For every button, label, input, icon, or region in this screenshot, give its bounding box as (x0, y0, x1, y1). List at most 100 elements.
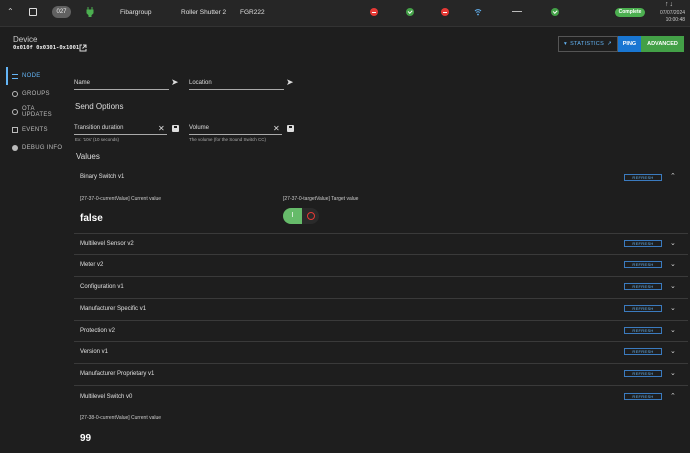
statistics-button[interactable]: ▾ STATISTICS ↗ (558, 36, 618, 52)
row-checkbox[interactable] (29, 8, 37, 16)
sidebar-item-debug-info[interactable]: DEBUG INFO (6, 139, 66, 157)
device-action-buttons: ▾ STATISTICS ↗ PING ADVANCED (558, 36, 684, 52)
refresh-button[interactable]: REFRESH (624, 393, 662, 400)
accordion-manufacturer-proprietary: Manufacturer Proprietary v1 REFRESH ⌄ (74, 364, 688, 386)
binary-current-value: false (80, 213, 103, 224)
refresh-button[interactable]: REFRESH (624, 174, 662, 181)
transition-hint: Ex: '10s' (10 seconds) (75, 137, 119, 142)
chevron-up-icon[interactable]: ⌃ (670, 392, 676, 400)
sort-arrows-icon[interactable]: ↑↓ (665, 1, 674, 8)
accordion-multilevel-switch: Multilevel Switch v0 REFRESH ⌃ (74, 386, 688, 453)
send-options-title: Send Options (75, 102, 124, 111)
wifi-signal-icon (474, 9, 482, 16)
accordion-title[interactable]: Binary Switch v1 (80, 174, 124, 180)
device-heading: Device (13, 35, 38, 44)
save-icon[interactable] (172, 125, 179, 132)
statistics-dropdown-icon: ▾ (564, 41, 568, 47)
refresh-button[interactable]: REFRESH (624, 370, 662, 377)
chevron-down-icon[interactable]: ⌄ (670, 326, 676, 334)
statistics-label: STATISTICS (570, 41, 605, 47)
product-cell: Roller Shutter 2 (181, 9, 227, 16)
accordion-title[interactable]: Configuration v1 (80, 284, 124, 290)
trending-up-icon: ↗ (607, 41, 612, 47)
refresh-button[interactable]: REFRESH (624, 283, 662, 290)
accordion-title[interactable]: Meter v2 (80, 262, 103, 268)
accordion-title[interactable]: Multilevel Sensor v2 (80, 241, 134, 247)
events-icon (12, 127, 18, 133)
accordion-meter: Meter v2 REFRESH ⌄ (74, 255, 688, 277)
status-no-icon (370, 8, 378, 16)
binary-target-label: [27-37-0-targetValue] Target value (283, 196, 359, 202)
sidebar-item-groups[interactable]: GROUPS (6, 85, 66, 103)
chevron-down-icon[interactable]: ⌄ (670, 239, 676, 247)
accordion-title[interactable]: Version v1 (80, 349, 108, 355)
refresh-button[interactable]: REFRESH (624, 305, 662, 312)
chevron-down-icon[interactable]: ⌄ (670, 304, 676, 312)
accordion-version: Version v1 REFRESH ⌄ (74, 342, 688, 364)
accordion-configuration: Configuration v1 REFRESH ⌄ (74, 277, 688, 299)
chevron-up-icon[interactable]: ⌃ (670, 172, 676, 180)
node-id-chip: 027 (52, 6, 71, 18)
sidebar-item-label: GROUPS (22, 91, 50, 97)
groups-icon (12, 91, 18, 97)
node-row[interactable]: ⌃ 027 Fibargroup Roller Shutter 2 FGR222… (0, 0, 690, 27)
chevron-down-icon[interactable]: ⌄ (670, 369, 676, 377)
refresh-button[interactable]: REFRESH (624, 327, 662, 334)
model-cell: FGR222 (240, 9, 265, 16)
sidebar-item-label: OTA UPDATES (21, 106, 52, 118)
status-badge: Complete (615, 8, 645, 17)
upload-icon (12, 109, 18, 115)
multilevel-current-label: [27-38-0-currentValue] Current value (80, 415, 162, 421)
sidebar: NODE GROUPS OTA UPDATES EVENTS DEBUG INF… (6, 67, 66, 157)
values-title: Values (76, 152, 100, 161)
toggle-on-button[interactable]: I (283, 208, 302, 224)
ping-button[interactable]: PING (618, 36, 641, 52)
empty-value-dash (512, 11, 522, 12)
volume-field[interactable]: Volume (189, 123, 282, 135)
volume-hint: The volume (for the Sound Switch CC) (189, 137, 267, 142)
chevron-down-icon[interactable]: ⌄ (670, 282, 676, 290)
sidebar-item-node[interactable]: NODE (6, 67, 66, 85)
refresh-button[interactable]: REFRESH (624, 240, 662, 247)
accordion-multilevel-sensor: Multilevel Sensor v2 REFRESH ⌄ (74, 234, 688, 255)
refresh-button[interactable]: REFRESH (624, 348, 662, 355)
multilevel-current-value: 99 (80, 433, 92, 444)
accordion-title[interactable]: Manufacturer Proprietary v1 (80, 371, 154, 377)
sidebar-item-events[interactable]: EVENTS (6, 121, 66, 139)
send-icon[interactable]: ➤ (171, 77, 179, 88)
manufacturer-cell: Fibargroup (120, 9, 152, 16)
accordion-binary-switch: Binary Switch v1 REFRESH ⌃ (74, 168, 688, 234)
transition-duration-field[interactable]: Transition duration (74, 123, 167, 135)
accordion-title[interactable]: Protection v2 (80, 328, 115, 334)
clear-icon[interactable]: ✕ (158, 125, 165, 133)
clear-icon[interactable]: ✕ (273, 125, 280, 133)
timestamp-date: 07/07/2024 (660, 10, 686, 16)
save-icon[interactable] (287, 125, 294, 132)
sidebar-item-label: NODE (22, 73, 41, 79)
accordion-title[interactable]: Multilevel Switch v0 (80, 394, 132, 400)
toggle-off-icon[interactable] (307, 212, 315, 220)
timestamp-time: 10:00:48 (665, 17, 686, 23)
last-active-timestamp: 07/07/2024 10:00:48 (660, 10, 685, 24)
target-value-toggle[interactable]: I (283, 208, 319, 224)
status-yes-icon (551, 8, 559, 16)
sidebar-item-label: EVENTS (22, 127, 48, 133)
send-icon[interactable]: ➤ (286, 77, 294, 88)
status-yes-icon (406, 8, 414, 16)
sidebar-item-ota-updates[interactable]: OTA UPDATES (6, 103, 66, 121)
chevron-down-icon[interactable]: ⌄ (670, 347, 676, 355)
accordion-manufacturer-specific: Manufacturer Specific v1 REFRESH ⌄ (74, 299, 688, 321)
binary-current-label: [27-37-0-currentValue] Current value (80, 196, 162, 202)
list-icon (12, 73, 18, 79)
device-id: 0x010f 0x0301-0x1001 (13, 45, 80, 51)
collapse-chevron-icon[interactable]: ⌃ (7, 7, 14, 16)
location-field[interactable]: Location (189, 78, 284, 90)
advanced-button[interactable]: ADVANCED (641, 36, 684, 52)
open-in-new-icon[interactable] (79, 44, 87, 52)
accordion-title[interactable]: Manufacturer Specific v1 (80, 306, 146, 312)
status-no-icon (441, 8, 449, 16)
accordion-protection: Protection v2 REFRESH ⌄ (74, 321, 688, 342)
chevron-down-icon[interactable]: ⌄ (670, 260, 676, 268)
refresh-button[interactable]: REFRESH (624, 261, 662, 268)
name-field[interactable]: Name (74, 78, 169, 90)
